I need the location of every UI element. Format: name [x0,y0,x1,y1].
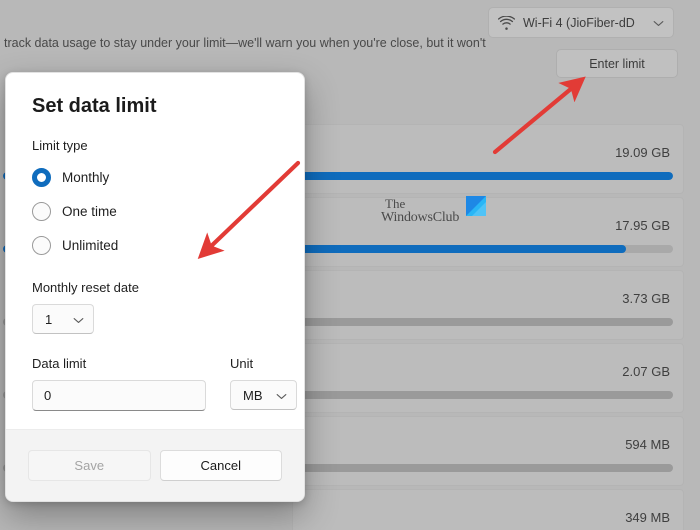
usage-row[interactable]: 2.07 GB [292,343,684,413]
spacer [32,264,278,280]
data-limit-label: Data limit [32,356,206,371]
dialog-title: Set data limit [32,95,278,118]
usage-row[interactable]: 17.95 GB [292,197,684,267]
page-description-text: track data usage to stay under your limi… [4,36,486,50]
data-usage-list: 19.09 GB 17.95 GB 3.73 GB 2.07 GB 594 MB 349 … [292,124,684,530]
usage-row[interactable]: 3.73 GB [292,270,684,340]
chevron-down-icon [653,14,664,32]
usage-row[interactable]: 349 MB [292,489,684,530]
limit-and-unit-row: Data limit 0 Unit MB [32,356,278,411]
unit-label: Unit [230,356,297,371]
chevron-down-icon [276,388,287,403]
radio-option-one-time[interactable]: One time [32,196,278,226]
unit-dropdown[interactable]: MB [230,380,297,410]
unit-value: MB [243,388,263,403]
usage-amount: 17.95 GB [615,218,670,233]
radio-option-label: Unlimited [62,238,118,253]
radio-option-unlimited[interactable]: Unlimited [32,230,278,260]
usage-row[interactable]: 19.09 GB [292,124,684,194]
usage-amount: 349 MB [625,510,670,525]
usage-amount: 2.07 GB [622,364,670,379]
usage-row[interactable]: 594 MB [292,416,684,486]
data-limit-input[interactable]: 0 [32,380,206,411]
set-data-limit-dialog: Set data limit Limit type Monthly One ti… [5,72,305,502]
monthly-reset-date-dropdown[interactable]: 1 [32,304,94,334]
limit-type-label: Limit type [32,138,278,153]
dialog-body: Set data limit Limit type Monthly One ti… [6,73,304,411]
radio-option-monthly[interactable]: Monthly [32,162,278,192]
network-picker-label: Wi-Fi 4 (JioFiber-dD [523,16,645,30]
save-button[interactable]: Save [28,450,151,481]
monthly-reset-date-label: Monthly reset date [32,280,278,295]
radio-checked-icon [32,168,51,187]
chevron-down-icon [73,312,84,327]
dialog-footer: Save Cancel [6,429,304,501]
radio-unchecked-icon [32,236,51,255]
wifi-icon [498,16,515,30]
network-picker-dropdown[interactable]: Wi-Fi 4 (JioFiber-dD [488,7,674,38]
cancel-button[interactable]: Cancel [160,450,283,481]
data-limit-field-group: Data limit 0 [32,356,206,411]
usage-amount: 594 MB [625,437,670,452]
radio-option-label: Monthly [62,170,109,185]
usage-amount: 19.09 GB [615,145,670,160]
unit-field-group: Unit MB [230,356,297,410]
usage-amount: 3.73 GB [622,291,670,306]
radio-unchecked-icon [32,202,51,221]
enter-limit-button[interactable]: Enter limit [556,49,678,78]
monthly-reset-date-value: 1 [45,312,52,327]
screenshot-root: Wi-Fi 4 (JioFiber-dD track data usage to… [0,0,700,530]
radio-option-label: One time [62,204,117,219]
